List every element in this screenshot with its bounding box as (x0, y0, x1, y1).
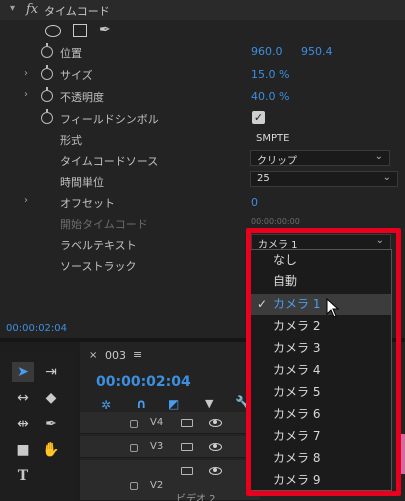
pen-mask-icon[interactable]: ✒ (99, 22, 111, 38)
timeline-timecode[interactable]: 00:00:02:04 (96, 374, 191, 390)
fx-badge: fx (26, 2, 39, 17)
menu-icon[interactable]: ≡ (133, 348, 142, 361)
highlight-frame (246, 228, 401, 496)
track-row[interactable]: V4 (80, 412, 260, 434)
add-marker-icon[interactable]: ▼ (205, 397, 213, 410)
offset-value[interactable]: 0 (251, 196, 258, 209)
ellipse-mask-icon[interactable] (45, 25, 61, 37)
eye-icon[interactable] (209, 467, 222, 475)
lock-icon[interactable] (130, 482, 138, 490)
size-value[interactable]: 15.0 % (251, 68, 289, 81)
field-symbol-label: フィールドシンボル (60, 113, 159, 126)
size-label: サイズ (60, 69, 93, 82)
tools-panel: ➤ ⇥ ↔ ◆ ⇹ ✒ ■ ✋ T (0, 352, 74, 501)
type-tool-icon[interactable]: T (12, 466, 34, 486)
panel-current-time[interactable]: 00:00:02:04 (6, 323, 67, 334)
start-timecode-value: 00:00:00:00 (251, 217, 300, 226)
position-x-value[interactable]: 960.0 (251, 45, 283, 58)
linked-selection-icon[interactable]: ◩ (168, 397, 179, 411)
opacity-value[interactable]: 40.0 % (251, 90, 289, 103)
selection-tool-icon[interactable]: ➤ (12, 362, 34, 382)
start-timecode-label: 開始タイムコード (60, 218, 148, 231)
mouse-cursor-icon (326, 298, 340, 318)
stopwatch-icon[interactable] (41, 43, 53, 58)
rectangle-mask-icon[interactable] (73, 24, 87, 37)
chevron-down-icon: ⌄ (382, 172, 391, 183)
ripple-edit-tool-icon[interactable]: ↔ (12, 388, 34, 408)
source-track-label: ソーストラック (60, 260, 137, 273)
stopwatch-icon[interactable] (41, 87, 53, 102)
eye-icon[interactable] (209, 419, 222, 427)
time-unit-dropdown[interactable]: 25 ⌄ (250, 171, 398, 187)
stopwatch-icon[interactable] (41, 65, 53, 80)
camera-icon[interactable] (181, 467, 193, 475)
offset-label: オフセット (60, 197, 115, 210)
track-name: V2 (150, 480, 164, 491)
timecode-source-dropdown[interactable]: クリップ ⌄ (250, 150, 390, 167)
effect-header[interactable]: ▾ fx タイムコード (0, 0, 405, 20)
expand-chevron-icon[interactable]: › (24, 68, 28, 79)
track-select-tool-icon[interactable]: ⇥ (40, 362, 62, 382)
label-text-label: ラベルテキスト (60, 239, 137, 252)
sequence-tab[interactable]: 003 (105, 349, 126, 362)
field-symbol-checkbox[interactable]: ✓ (252, 111, 265, 124)
track-name: V4 (150, 417, 164, 428)
format-label: 形式 (60, 134, 82, 147)
expand-chevron-icon[interactable]: › (24, 89, 28, 100)
timecode-source-label: タイムコードソース (60, 155, 159, 168)
eye-icon[interactable] (209, 443, 222, 451)
chevron-down-icon: ⌄ (374, 151, 383, 162)
hand-tool-icon[interactable]: ✋ (40, 440, 62, 460)
stopwatch-icon[interactable] (41, 109, 53, 124)
video-track-label: ビデオ 2 (176, 494, 216, 501)
expand-chevron-icon[interactable]: › (24, 195, 28, 206)
collapse-chevron-icon[interactable]: ▾ (10, 3, 15, 14)
track-row[interactable]: V3 (80, 436, 260, 458)
slip-tool-icon[interactable]: ⇹ (12, 414, 34, 434)
format-value[interactable]: SMPTE (256, 133, 289, 144)
time-unit-label: 時間単位 (60, 176, 104, 189)
camera-icon[interactable] (181, 443, 193, 451)
position-y-value[interactable]: 950.4 (301, 45, 333, 58)
close-tab-icon[interactable]: × (89, 350, 97, 361)
time-unit-value: 25 (257, 173, 270, 184)
pen-tool-icon[interactable]: ✒ (40, 414, 62, 434)
magnet-icon[interactable]: ∩ (136, 397, 147, 412)
track-name: V3 (150, 441, 164, 452)
lock-icon[interactable] (130, 444, 138, 452)
rectangle-tool-icon[interactable]: ■ (12, 440, 34, 460)
effect-title: タイムコード (44, 5, 110, 18)
lock-icon[interactable] (130, 420, 138, 428)
opacity-label: 不透明度 (60, 91, 104, 104)
timecode-source-value: クリップ (257, 156, 297, 167)
track-row[interactable]: V2 ビデオ 2 (80, 460, 260, 501)
snap-icon[interactable]: ✲ (101, 398, 111, 412)
razor-tool-icon[interactable]: ◆ (40, 388, 62, 408)
position-label: 位置 (60, 47, 82, 60)
camera-icon[interactable] (181, 419, 193, 427)
